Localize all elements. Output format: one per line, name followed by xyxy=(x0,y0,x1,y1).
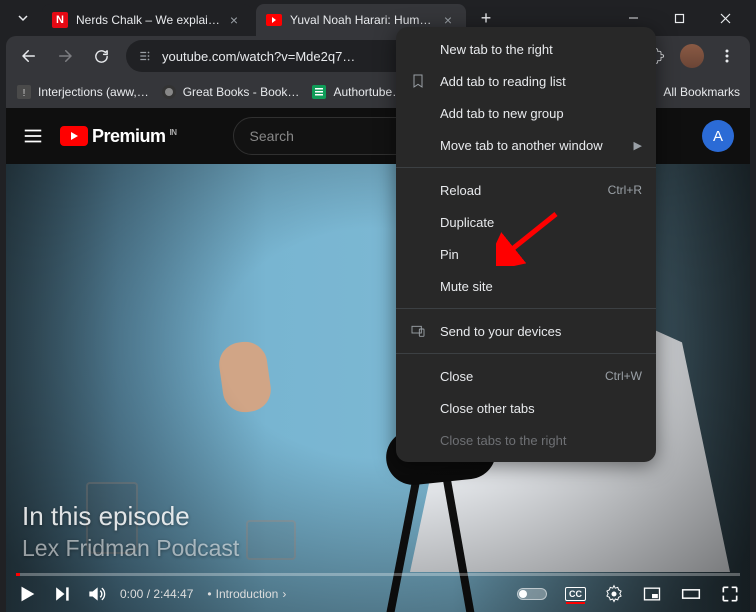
favicon-nerdschalk: N xyxy=(52,12,68,28)
video-overlay-line1: In this episode xyxy=(22,501,190,532)
ctx-move-window[interactable]: Move tab to another window▶ xyxy=(396,129,656,161)
captions-button[interactable]: CC xyxy=(565,587,586,601)
youtube-logo[interactable]: Premium IN xyxy=(60,126,177,147)
miniplayer-button[interactable] xyxy=(642,584,662,604)
settings-button[interactable] xyxy=(604,584,624,604)
url-text: youtube.com/watch?v=Mde2q7… xyxy=(162,49,355,64)
shortcut-label: Ctrl+R xyxy=(608,183,642,197)
youtube-play-icon xyxy=(60,126,88,146)
favicon-youtube xyxy=(266,12,282,28)
ctx-add-to-group[interactable]: Add tab to new group xyxy=(396,97,656,129)
fullscreen-button[interactable] xyxy=(720,584,740,604)
search-placeholder: Search xyxy=(250,128,294,144)
close-window-button[interactable] xyxy=(706,4,744,32)
tab-title: Nerds Chalk – We explain tech! xyxy=(76,13,220,27)
tab-close-icon[interactable]: × xyxy=(440,12,456,28)
maximize-button[interactable] xyxy=(660,4,698,32)
ctx-add-reading-list[interactable]: Add tab to reading list xyxy=(396,65,656,97)
back-button[interactable] xyxy=(12,39,46,73)
ctx-send-devices[interactable]: Send to your devices xyxy=(396,315,656,347)
play-button[interactable] xyxy=(16,583,38,605)
svg-text:!: ! xyxy=(23,88,26,99)
bookmark-favicon: ! xyxy=(16,84,32,100)
ctx-separator xyxy=(396,167,656,168)
ctx-pin[interactable]: Pin xyxy=(396,238,656,270)
site-settings-icon[interactable] xyxy=(138,49,152,63)
time-display: 0:00 / 2:44:47 xyxy=(120,587,193,601)
theater-button[interactable] xyxy=(680,584,702,604)
chapter-display[interactable]: • Introduction › xyxy=(207,587,286,601)
ctx-duplicate[interactable]: Duplicate xyxy=(396,206,656,238)
tab-search-dropdown[interactable] xyxy=(8,3,38,33)
ctx-separator xyxy=(396,308,656,309)
player-controls: 0:00 / 2:44:47 • Introduction › CC xyxy=(6,576,750,612)
next-button[interactable] xyxy=(52,584,72,604)
forward-button[interactable] xyxy=(48,39,82,73)
reading-list-icon xyxy=(410,73,440,89)
submenu-arrow-icon: ▶ xyxy=(634,139,642,152)
all-bookmarks-button[interactable]: All Bookmarks xyxy=(663,85,740,99)
tab-context-menu: New tab to the right Add tab to reading … xyxy=(396,27,656,462)
bookmark-label: Authortube… xyxy=(333,85,404,99)
bookmark-favicon xyxy=(311,84,327,100)
youtube-region: IN xyxy=(170,128,177,137)
bookmark-item[interactable]: ! Interjections (aww,… xyxy=(16,84,149,100)
video-overlay-line2: Lex Fridman Podcast xyxy=(22,535,239,562)
bookmark-label: Interjections (aww,… xyxy=(38,85,149,99)
ctx-reload[interactable]: ReloadCtrl+R xyxy=(396,174,656,206)
reload-button[interactable] xyxy=(84,39,118,73)
bookmark-label: Great Books - Book… xyxy=(183,85,300,99)
youtube-brand: Premium xyxy=(92,126,166,147)
volume-button[interactable] xyxy=(86,584,106,604)
bookmark-item[interactable]: Great Books - Book… xyxy=(161,84,300,100)
bookmark-item[interactable]: Authortube… xyxy=(311,84,404,100)
chrome-menu-icon[interactable] xyxy=(710,39,744,73)
ctx-close[interactable]: CloseCtrl+W xyxy=(396,360,656,392)
tab-title: Yuval Noah Harari: Human Nat… xyxy=(290,13,434,27)
hamburger-icon[interactable] xyxy=(22,125,44,147)
autoplay-toggle[interactable] xyxy=(517,588,547,600)
tab-inactive[interactable]: N Nerds Chalk – We explain tech! × xyxy=(42,4,252,36)
shortcut-label: Ctrl+W xyxy=(605,369,642,383)
profile-avatar[interactable] xyxy=(680,44,704,68)
ctx-close-other[interactable]: Close other tabs xyxy=(396,392,656,424)
devices-icon xyxy=(410,323,440,339)
ctx-new-tab-right[interactable]: New tab to the right xyxy=(396,33,656,65)
youtube-avatar[interactable]: A xyxy=(702,120,734,152)
ctx-mute-site[interactable]: Mute site xyxy=(396,270,656,302)
all-bookmarks-label: All Bookmarks xyxy=(663,85,740,99)
ctx-close-right: Close tabs to the right xyxy=(396,424,656,456)
tab-close-icon[interactable]: × xyxy=(226,12,242,28)
chevron-right-icon: › xyxy=(282,587,286,601)
bookmark-favicon xyxy=(161,84,177,100)
ctx-separator xyxy=(396,353,656,354)
